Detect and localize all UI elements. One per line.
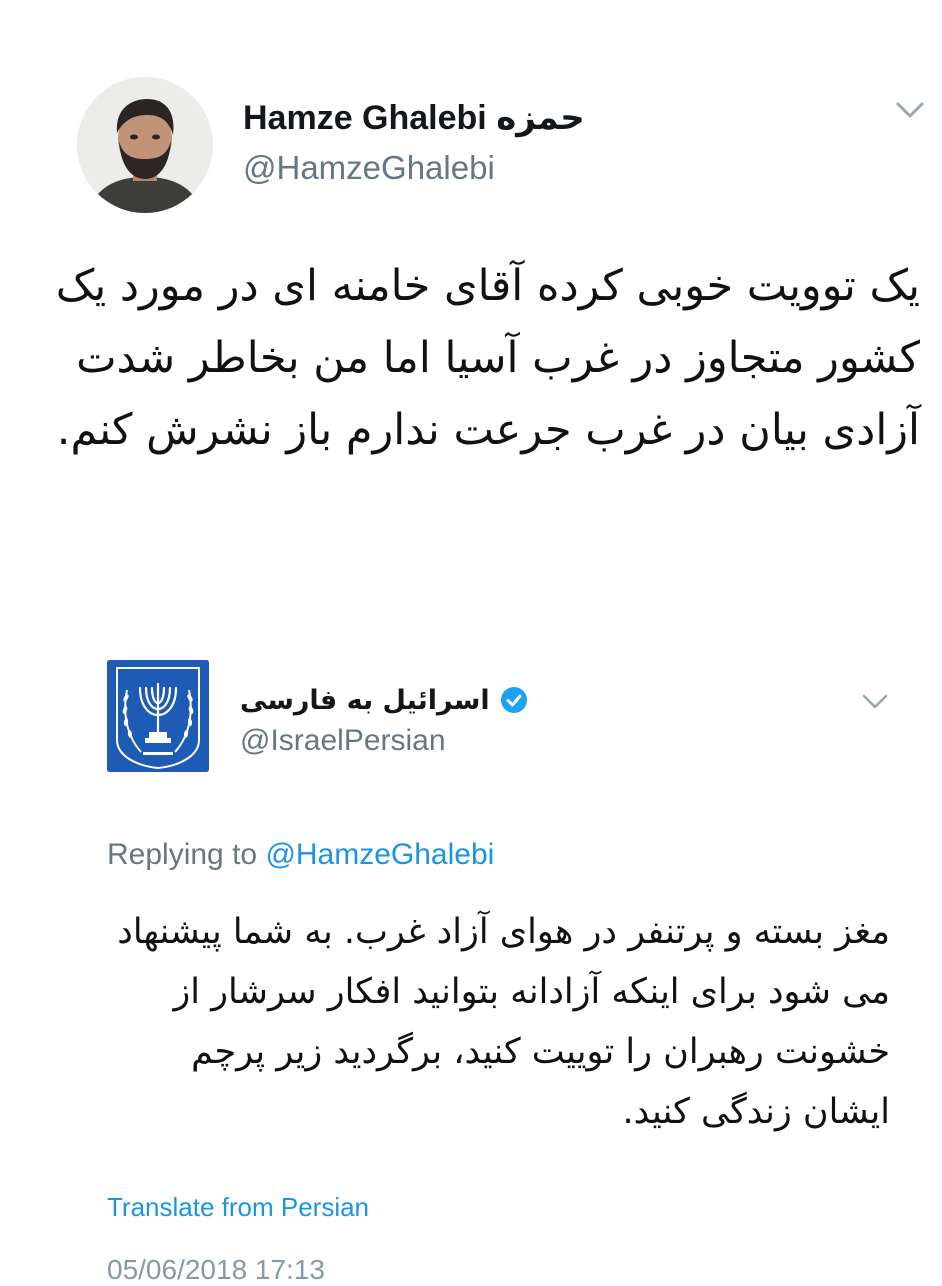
tweet-text: یک توویت خوبی کرده آقای خامنه ای در مورد… [55,261,920,455]
replying-to-line: Replying to @HamzeGhalebi [107,838,494,872]
israel-emblem-icon [107,660,209,772]
avatar-photo [77,77,213,213]
chevron-down-icon[interactable] [890,94,930,124]
user-handle[interactable]: @HamzeGhalebi [243,149,495,187]
avatar[interactable] [107,660,209,772]
timestamp[interactable]: 05/06/2018 17:13 [107,1254,325,1286]
display-name[interactable]: اسرائیل به فارسی [240,685,490,716]
avatar[interactable] [77,77,213,213]
display-name-row[interactable]: اسرائیل به فارسی [240,680,528,720]
replying-to-handle-link[interactable]: @HamzeGhalebi [265,838,494,871]
verified-badge-icon [500,686,528,714]
display-name[interactable]: Hamze Ghalebi حمزه [243,98,585,138]
replying-prefix: Replying to [107,838,258,871]
tweet-text: مغز بسته و پرتنفر در هوای آزاد غرب. به ش… [117,912,890,1132]
chevron-down-icon[interactable] [858,688,892,714]
translate-link[interactable]: Translate from Persian [107,1192,369,1223]
user-handle[interactable]: @IsraelPersian [240,724,446,758]
